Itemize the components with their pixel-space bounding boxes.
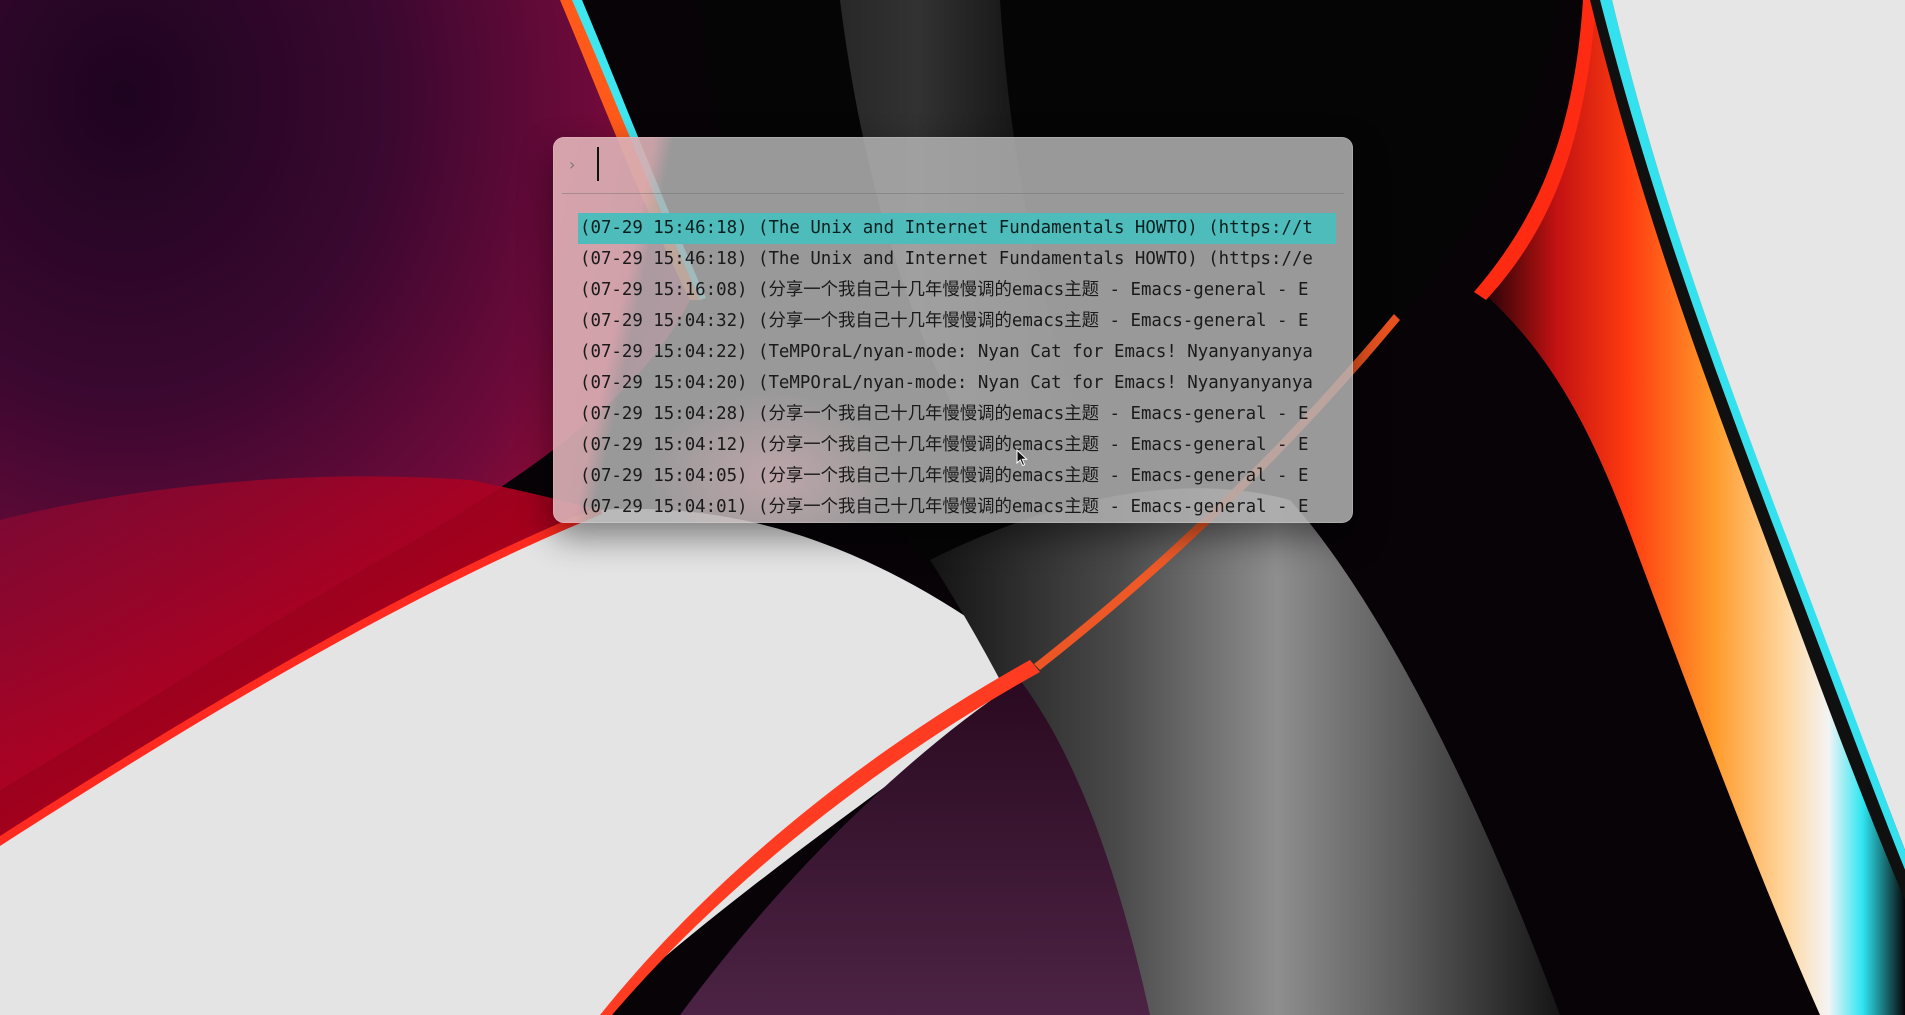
launcher-popup: › (07-29 15:46:18) (The Unix and Interne… [553,137,1353,523]
results-list: (07-29 15:46:18) (The Unix and Internet … [578,213,1336,517]
result-item[interactable]: (07-29 15:16:08) (分享一个我自己十几年慢慢调的emacs主题 … [578,275,1336,306]
result-item[interactable]: (07-29 15:04:20) (TeMPOraL/nyan-mode: Ny… [578,368,1336,399]
result-item[interactable]: (07-29 15:04:05) (分享一个我自己十几年慢慢调的emacs主题 … [578,461,1336,492]
text-cursor [597,147,599,181]
result-item[interactable]: (07-29 15:46:18) (The Unix and Internet … [578,244,1336,275]
search-divider [562,193,1344,194]
result-item[interactable]: (07-29 15:04:01) (分享一个我自己十几年慢慢调的emacs主题 … [578,492,1336,517]
result-item[interactable]: (07-29 15:04:22) (TeMPOraL/nyan-mode: Ny… [578,337,1336,368]
mouse-pointer-icon [1016,449,1028,467]
search-input[interactable] [595,146,1335,182]
result-item[interactable]: (07-29 15:04:32) (分享一个我自己十几年慢慢调的emacs主题 … [578,306,1336,337]
result-item-selected[interactable]: (07-29 15:46:18) (The Unix and Internet … [578,213,1336,244]
chevron-right-icon: › [569,155,576,174]
desktop: › (07-29 15:46:18) (The Unix and Interne… [0,0,1905,1015]
search-bar: › [553,137,1353,192]
result-item[interactable]: (07-29 15:04:12) (分享一个我自己十几年慢慢调的emacs主题 … [578,430,1336,461]
result-item[interactable]: (07-29 15:04:28) (分享一个我自己十几年慢慢调的emacs主题 … [578,399,1336,430]
